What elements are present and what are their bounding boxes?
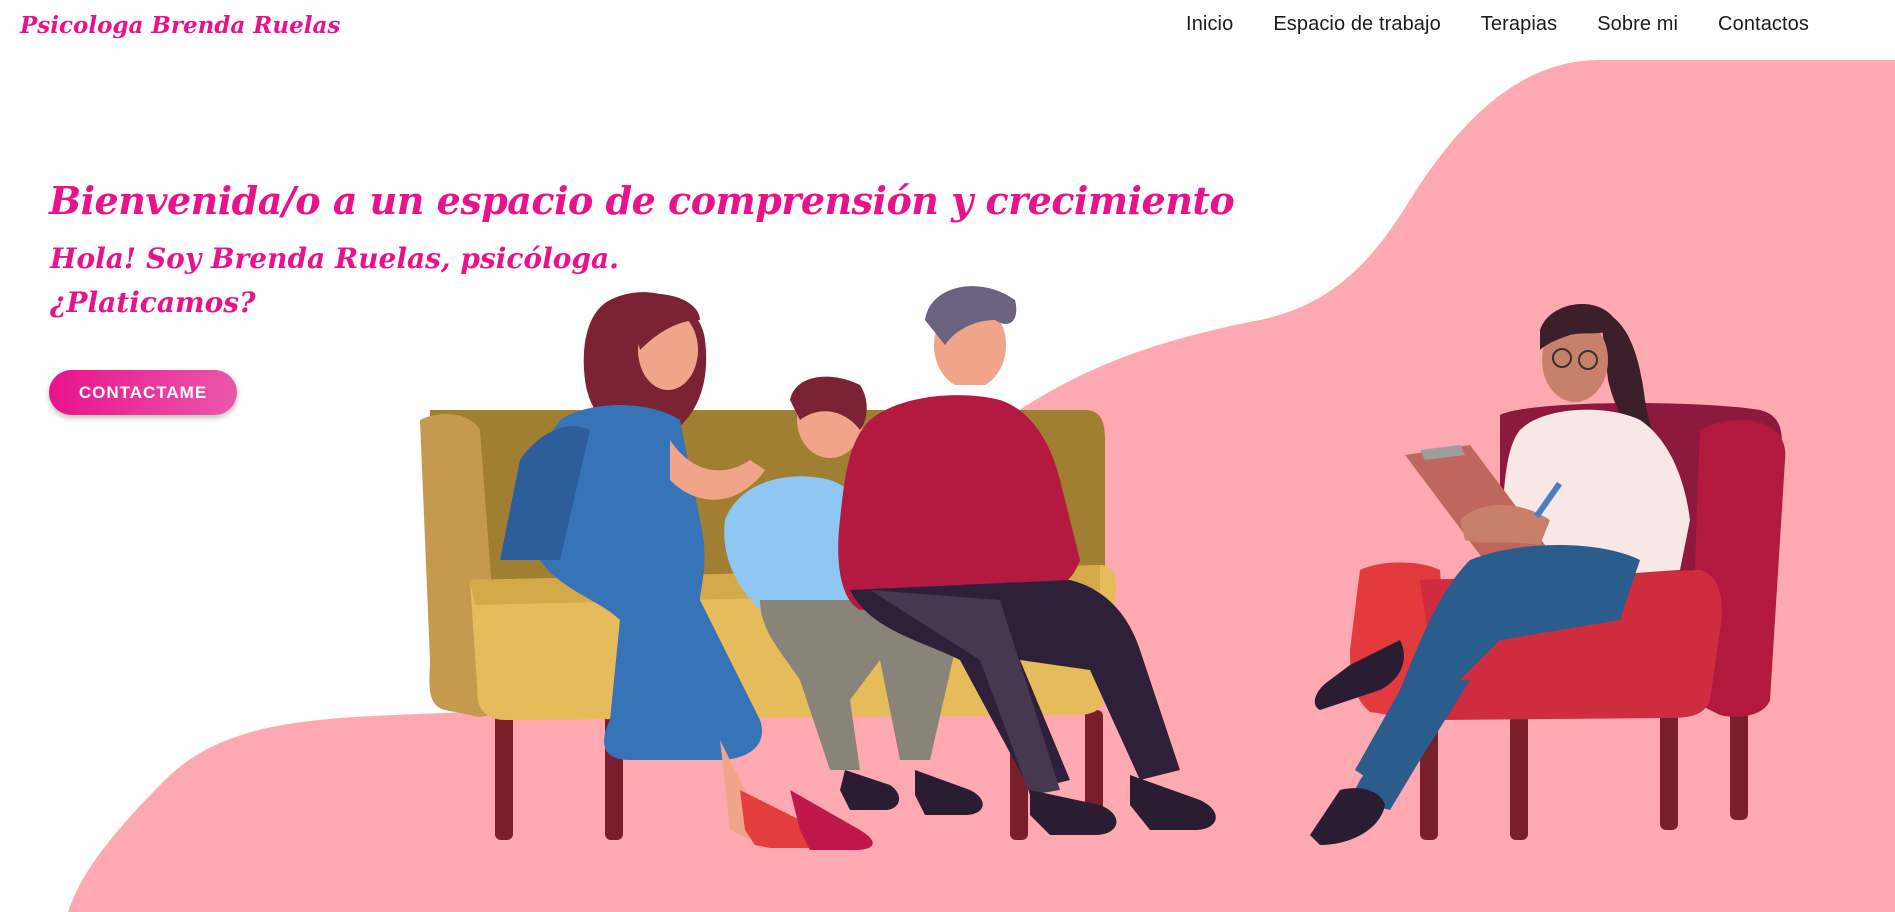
brand-logo[interactable]: Psicologa Brenda Ruelas: [20, 12, 340, 39]
navbar: Psicologa Brenda Ruelas Inicio Espacio d…: [0, 0, 1895, 56]
contactame-button[interactable]: CONTACTAME: [49, 370, 237, 415]
nav-link-espacio-de-trabajo[interactable]: Espacio de trabajo: [1273, 13, 1440, 36]
hero-subtitle-line-2: ¿Platicamos?: [50, 286, 256, 319]
hero-subtitle: Hola! Soy Brenda Ruelas, psicóloga. ¿Pla…: [50, 237, 1234, 325]
therapy-session-illustration: [420, 286, 1786, 850]
father-figure: [838, 286, 1216, 835]
nav-link-inicio[interactable]: Inicio: [1186, 13, 1233, 36]
main-nav: Inicio Espacio de trabajo Terapias Sobre…: [1186, 13, 1809, 36]
hero-section: Bienvenida/o a un espacio de comprensión…: [49, 178, 1235, 325]
nav-link-terapias[interactable]: Terapias: [1481, 13, 1557, 36]
nav-link-contactos[interactable]: Contactos: [1718, 13, 1809, 36]
hero-subtitle-line-1: Hola! Soy Brenda Ruelas, psicóloga.: [50, 242, 619, 275]
hero-title: Bienvenida/o a un espacio de comprensión…: [49, 178, 1235, 223]
nav-link-sobre-mi[interactable]: Sobre mi: [1597, 13, 1678, 36]
